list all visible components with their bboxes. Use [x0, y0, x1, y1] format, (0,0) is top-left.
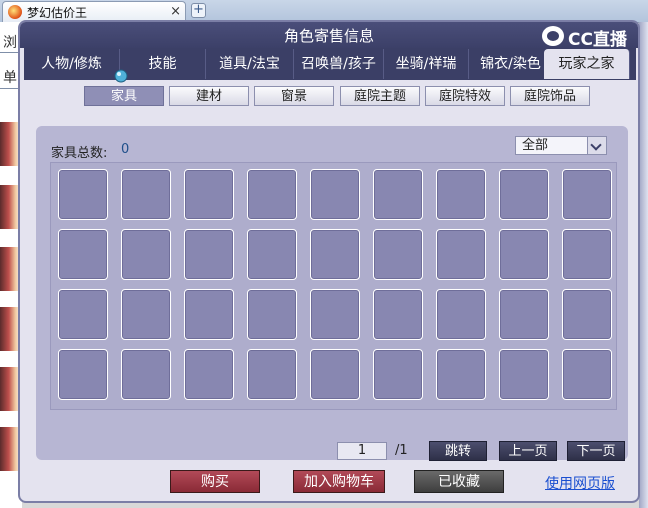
page-total: /1 [395, 443, 408, 458]
item-slot[interactable] [121, 229, 171, 280]
item-slot[interactable] [499, 349, 549, 400]
browser-tab-title: 梦幻估价王 [27, 6, 88, 20]
item-slot[interactable] [562, 169, 612, 220]
item-slot[interactable] [436, 349, 486, 400]
filter-selected-value: 全部 [522, 138, 549, 153]
item-slot[interactable] [58, 169, 108, 220]
tab-mounts[interactable]: 坐骑/祥瑞 [384, 49, 469, 79]
furniture-count-value: 0 [121, 142, 130, 157]
item-slot[interactable] [562, 289, 612, 340]
item-slot[interactable] [310, 289, 360, 340]
character-sale-dialog: 角色寄售信息 CC直播 人物/修炼 技能 道具/法宝 召唤兽/孩子 坐骑/祥瑞 … [18, 20, 640, 503]
close-icon[interactable]: × [170, 4, 181, 19]
item-slot[interactable] [436, 229, 486, 280]
cc-logo-text: CC直播 [568, 30, 627, 50]
item-slot[interactable] [373, 229, 423, 280]
item-slot[interactable] [373, 289, 423, 340]
dialog-title-bar: 角色寄售信息 CC直播 [20, 22, 638, 50]
background-text: 浏 [3, 35, 17, 51]
hand-cursor-icon [114, 69, 128, 83]
item-slot[interactable] [121, 169, 171, 220]
subtab-courtyard-theme[interactable]: 庭院主题 [340, 86, 420, 106]
item-slot[interactable] [247, 289, 297, 340]
subtab-window-view[interactable]: 窗景 [254, 86, 334, 106]
furniture-panel: 家具总数: 0 全部 1 /1 跳转 上一页 下一页 [36, 126, 628, 461]
item-slot[interactable] [247, 229, 297, 280]
item-slot[interactable] [436, 169, 486, 220]
item-slot[interactable] [247, 169, 297, 220]
item-slot[interactable] [58, 289, 108, 340]
buy-button[interactable]: 购买 [170, 470, 260, 493]
item-slot[interactable] [247, 349, 297, 400]
item-slot[interactable] [58, 349, 108, 400]
favorited-button[interactable]: 已收藏 [414, 470, 504, 493]
item-slot[interactable] [121, 289, 171, 340]
item-slot[interactable] [310, 229, 360, 280]
background-text: 单 [3, 70, 17, 86]
jump-button[interactable]: 跳转 [429, 441, 487, 461]
item-grid [50, 162, 617, 410]
item-slot[interactable] [499, 289, 549, 340]
tab-character[interactable]: 人物/修炼 [24, 49, 120, 79]
item-slot[interactable] [184, 289, 234, 340]
game-favicon-icon [8, 5, 22, 19]
subtab-courtyard-decor[interactable]: 庭院饰品 [510, 86, 590, 106]
item-slot[interactable] [499, 229, 549, 280]
subtab-courtyard-effects[interactable]: 庭院特效 [425, 86, 505, 106]
prev-page-button[interactable]: 上一页 [499, 441, 557, 461]
item-slot[interactable] [562, 349, 612, 400]
chevron-down-icon[interactable] [587, 137, 606, 154]
item-slot[interactable] [184, 169, 234, 220]
item-slot[interactable] [310, 349, 360, 400]
tab-skills[interactable]: 技能 [120, 49, 206, 79]
item-slot[interactable] [436, 289, 486, 340]
item-slot[interactable] [373, 169, 423, 220]
item-slot[interactable] [562, 229, 612, 280]
cc-logo-icon [542, 26, 564, 46]
item-slot[interactable] [310, 169, 360, 220]
item-slot[interactable] [373, 349, 423, 400]
item-slot[interactable] [184, 229, 234, 280]
new-tab-button[interactable]: + [191, 3, 206, 18]
item-slot[interactable] [184, 349, 234, 400]
add-to-cart-button[interactable]: 加入购物车 [293, 470, 385, 493]
page-number-input[interactable]: 1 [337, 442, 387, 460]
background-scroll-area [639, 22, 648, 508]
tab-outfits[interactable]: 锦衣/染色 [469, 49, 553, 79]
category-filter-select[interactable]: 全部 [515, 136, 607, 155]
item-slot[interactable] [58, 229, 108, 280]
next-page-button[interactable]: 下一页 [567, 441, 625, 461]
item-slot[interactable] [499, 169, 549, 220]
item-slot[interactable] [121, 349, 171, 400]
furniture-count-label: 家具总数: [51, 146, 108, 161]
browser-tab[interactable]: 梦幻估价王 × [2, 1, 186, 22]
tab-summons[interactable]: 召唤兽/孩子 [294, 49, 384, 79]
subtab-materials[interactable]: 建材 [169, 86, 249, 106]
tab-player-home[interactable]: 玩家之家 [544, 49, 630, 79]
use-web-version-link[interactable]: 使用网页版 [545, 473, 615, 493]
subtab-furniture[interactable]: 家具 [84, 86, 164, 106]
tab-items[interactable]: 道具/法宝 [206, 49, 294, 79]
